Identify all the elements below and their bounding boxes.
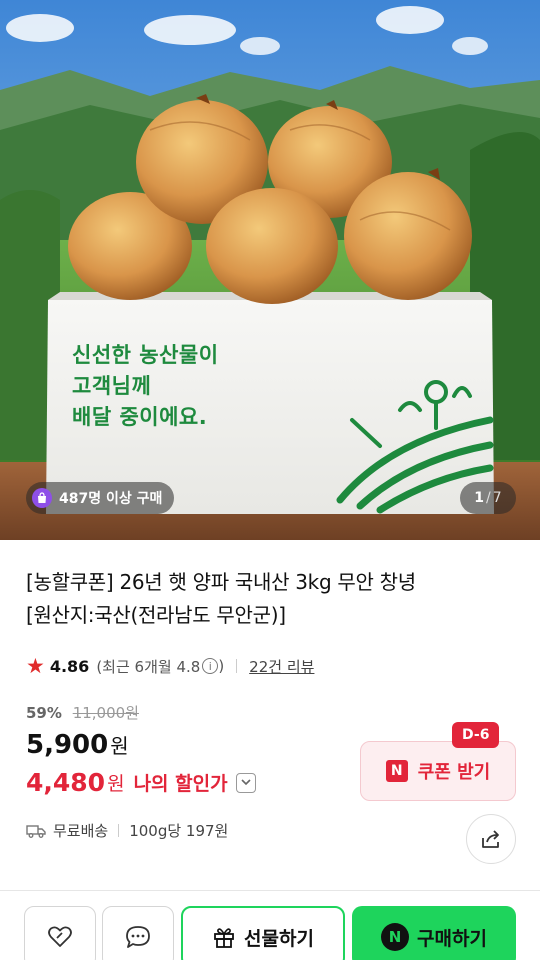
chat-bubble-icon xyxy=(124,924,152,950)
gift-box-icon xyxy=(212,925,236,949)
my-discount-price: 4,480 xyxy=(26,768,106,797)
shipping-text: 무료배송 xyxy=(53,822,109,840)
box-slogan-line: 신선한 농산물이 xyxy=(72,343,219,367)
buyers-count-badge: 487명 이상 구매 xyxy=(26,482,175,514)
star-icon: ★ xyxy=(26,653,45,678)
my-discount-price-unit: 원 xyxy=(107,773,125,795)
recent-rating: (최근 6개월 4.8 xyxy=(96,657,201,676)
naver-n-logo: N xyxy=(385,760,408,782)
naver-pay-logo: N xyxy=(381,923,410,951)
product-image-gallery[interactable]: 신선한 농산물이 고객님께 배달 중이에요. 487명 이상 구매 1 / 7 xyxy=(0,0,540,540)
image-counter: 1 / 7 xyxy=(460,482,516,514)
share-button[interactable] xyxy=(466,814,516,864)
review-count-link[interactable]: 22건 리뷰 xyxy=(249,656,314,677)
box-slogan-line: 고객님께 xyxy=(72,374,152,398)
gift-label: 선물하기 xyxy=(244,927,314,950)
shopping-bag-icon xyxy=(32,488,52,508)
truck-icon xyxy=(26,824,46,838)
recent-rating-close: ) xyxy=(218,657,225,675)
heart-icon xyxy=(47,925,73,949)
buy-button[interactable]: N 구매하기 xyxy=(352,906,516,960)
coupon-button[interactable]: N 쿠폰 받기 xyxy=(360,741,516,801)
rating-row: ★ 4.86 (최근 6개월 4.8 i ) 22건 리뷰 xyxy=(26,654,314,678)
box-slogan: 신선한 농산물이 고객님께 배달 중이에요. xyxy=(72,340,219,433)
share-icon xyxy=(479,827,503,851)
unit-price: 100g당 197원 xyxy=(129,822,229,840)
sale-price: 5,900 xyxy=(26,730,109,760)
info-icon[interactable]: i xyxy=(202,658,219,674)
price-row: 5,900 원 xyxy=(26,730,129,760)
divider xyxy=(118,824,120,837)
my-discount-label: 나의 할인가 xyxy=(133,773,228,795)
coupon-dday-badge: D-6 xyxy=(452,722,500,748)
original-price: 11,000원 xyxy=(72,704,139,722)
image-counter-separator: / xyxy=(486,490,491,506)
image-counter-current: 1 xyxy=(474,490,485,506)
product-title-line: [농할쿠폰] 26년 햇 양파 국내산 3kg 무안 창녕 xyxy=(26,570,416,594)
talk-button[interactable] xyxy=(102,906,174,960)
discount-row: 59% 11,000원 xyxy=(26,702,139,723)
product-photo xyxy=(0,0,540,540)
my-discount-price-row[interactable]: 4,480 원 나의 할인가 xyxy=(26,768,256,797)
shipping-row: 무료배송 100g당 197원 xyxy=(26,820,228,841)
product-title: [농할쿠폰] 26년 햇 양파 국내산 3kg 무안 창녕 [원산지:국산(전라… xyxy=(26,566,516,632)
rating-value: 4.86 xyxy=(49,656,90,676)
image-counter-total: 7 xyxy=(492,490,502,506)
product-title-line: [원산지:국산(전라남도 무안군)] xyxy=(26,603,286,627)
gift-button[interactable]: 선물하기 xyxy=(181,906,345,960)
coupon-label: 쿠폰 받기 xyxy=(417,762,491,783)
wishlist-button[interactable] xyxy=(24,906,96,960)
sale-price-unit: 원 xyxy=(110,734,129,758)
buyers-count-text: 487명 이상 구매 xyxy=(59,491,163,507)
chevron-down-icon[interactable] xyxy=(235,772,256,793)
buy-label: 구매하기 xyxy=(417,927,487,950)
discount-rate: 59% xyxy=(26,704,62,722)
section-divider xyxy=(0,890,540,891)
divider xyxy=(236,659,238,673)
box-slogan-line: 배달 중이에요. xyxy=(72,405,208,429)
